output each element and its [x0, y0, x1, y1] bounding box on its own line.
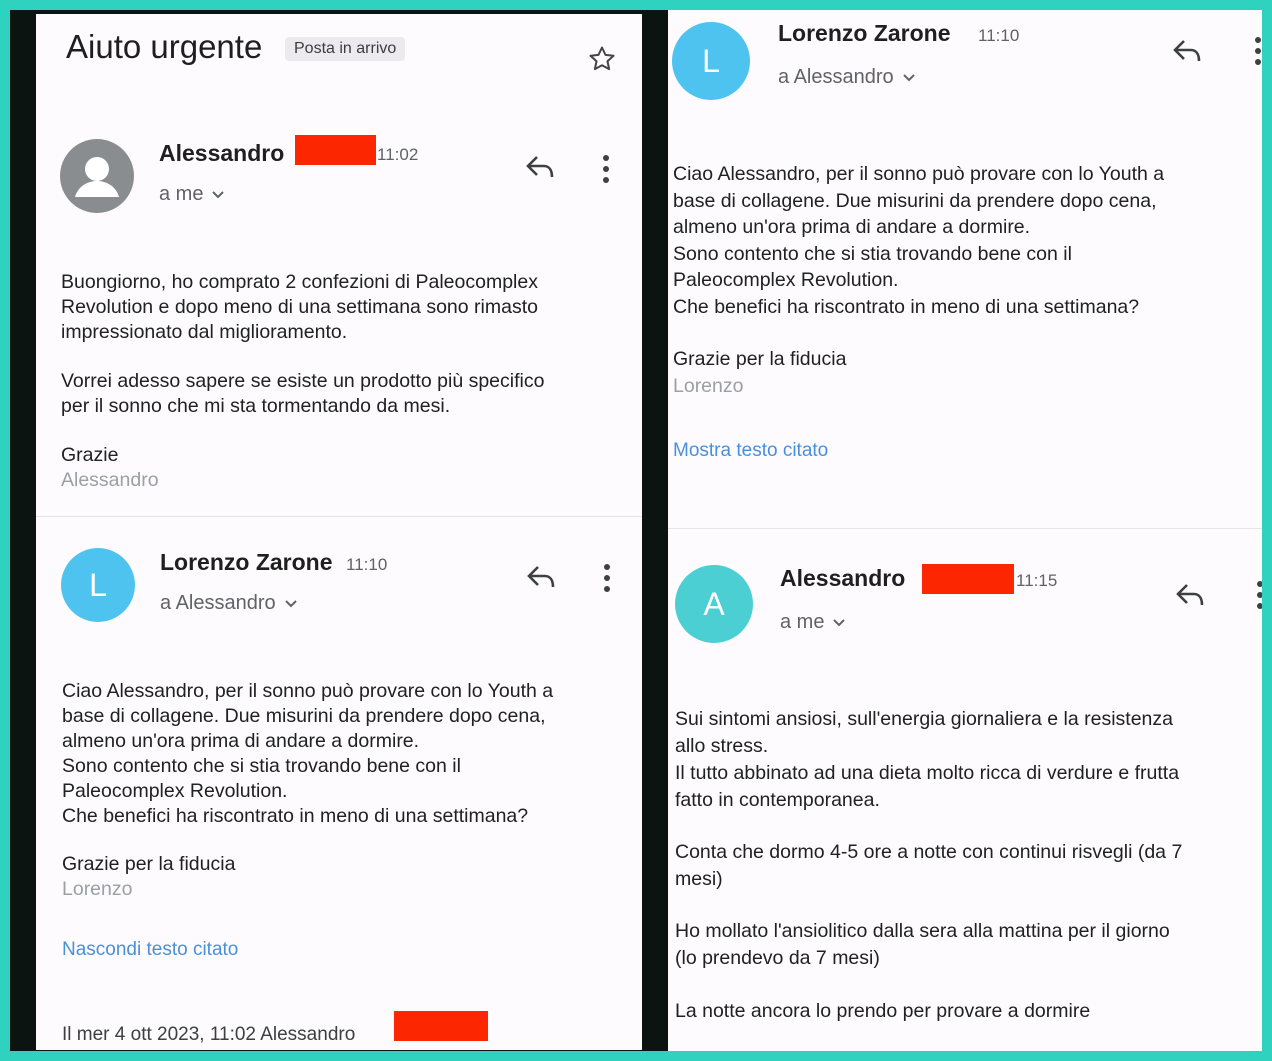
message-time: 11:10 — [978, 26, 1020, 45]
message-signature: Lorenzo — [673, 375, 744, 397]
reply-icon[interactable] — [525, 154, 557, 185]
recipient-toggle[interactable]: a me — [159, 183, 225, 206]
right-email-screenshot: L Lorenzo Zarone 11:10 a Alessandro Ciao… — [668, 8, 1272, 1054]
left-email-screenshot: Aiuto urgente Posta in arrivo Alessandro… — [36, 14, 642, 1050]
more-vert-icon[interactable] — [601, 154, 611, 189]
redaction-bar — [394, 1011, 488, 1041]
reply-icon[interactable] — [1172, 38, 1204, 69]
message-sender: Lorenzo Zarone — [160, 549, 333, 575]
reply-icon[interactable] — [526, 564, 558, 595]
message-body: Conta che dormo 4-5 ore a notte con cont… — [675, 841, 1183, 890]
message-time: 11:15 — [1016, 571, 1058, 590]
message-signature: Alessandro — [61, 469, 159, 491]
more-vert-icon[interactable] — [1253, 36, 1263, 71]
recipient-label: a Alessandro — [778, 66, 894, 88]
message-signoff: Grazie per la fiducia — [62, 853, 236, 875]
chevron-down-icon — [284, 592, 298, 615]
inbox-label-chip[interactable]: Posta in arrivo — [285, 37, 406, 61]
more-vert-icon[interactable] — [1255, 580, 1265, 615]
show-quoted-text-link[interactable]: Mostra testo citato — [673, 440, 828, 462]
quoted-header: Il mer 4 ott 2023, 11:02 Alessandro — [62, 1024, 356, 1045]
recipient-label: a Alessandro — [160, 592, 276, 614]
message-body: Ho mollato l'ansiolitico dalla sera alla… — [675, 920, 1170, 969]
email-subject: Aiuto urgente — [66, 28, 263, 65]
message-body: Ciao Alessandro, per il sonno può provar… — [673, 163, 1165, 318]
chevron-down-icon — [832, 611, 846, 634]
sender-avatar: L — [61, 548, 135, 622]
hide-quoted-text-link[interactable]: Nascondi testo citato — [62, 939, 238, 961]
message-time: 11:02 — [377, 145, 419, 164]
recipient-toggle[interactable]: a Alessandro — [160, 592, 298, 615]
message-sender: Lorenzo Zarone — [778, 20, 951, 46]
message-time: 11:10 — [346, 555, 388, 574]
reply-icon[interactable] — [1175, 582, 1207, 613]
message-body: Vorrei adesso sapere se esiste un prodot… — [61, 370, 545, 417]
redaction-bar — [295, 135, 376, 165]
avatar-default-icon — [60, 139, 134, 213]
message-body: Sui sintomi ansiosi, sull'energia giorna… — [675, 708, 1180, 811]
chevron-down-icon — [902, 66, 916, 89]
message-body: Ciao Alessandro, per il sonno può provar… — [62, 680, 554, 827]
message-divider — [668, 528, 1272, 529]
message-sender: Alessandro — [159, 140, 285, 166]
recipient-label: a me — [159, 183, 204, 205]
sender-avatar: L — [672, 22, 750, 100]
message-divider — [36, 516, 642, 517]
sender-avatar: A — [675, 565, 753, 643]
message-body: Buongiorno, ho comprato 2 confezioni di … — [61, 271, 538, 343]
recipient-toggle[interactable]: a me — [780, 611, 846, 634]
star-icon[interactable] — [587, 44, 617, 79]
message-signoff: Grazie — [61, 444, 119, 466]
message-sender: Alessandro — [780, 565, 906, 591]
redaction-bar — [922, 564, 1014, 594]
message-signature: Lorenzo — [62, 878, 133, 900]
chevron-down-icon — [211, 183, 225, 206]
recipient-toggle[interactable]: a Alessandro — [778, 66, 916, 89]
recipient-label: a me — [780, 611, 825, 633]
more-vert-icon[interactable] — [602, 563, 612, 598]
message-signoff: Grazie per la fiducia — [673, 348, 847, 370]
message-body: La notte ancora lo prendo per provare a … — [675, 1000, 1091, 1022]
